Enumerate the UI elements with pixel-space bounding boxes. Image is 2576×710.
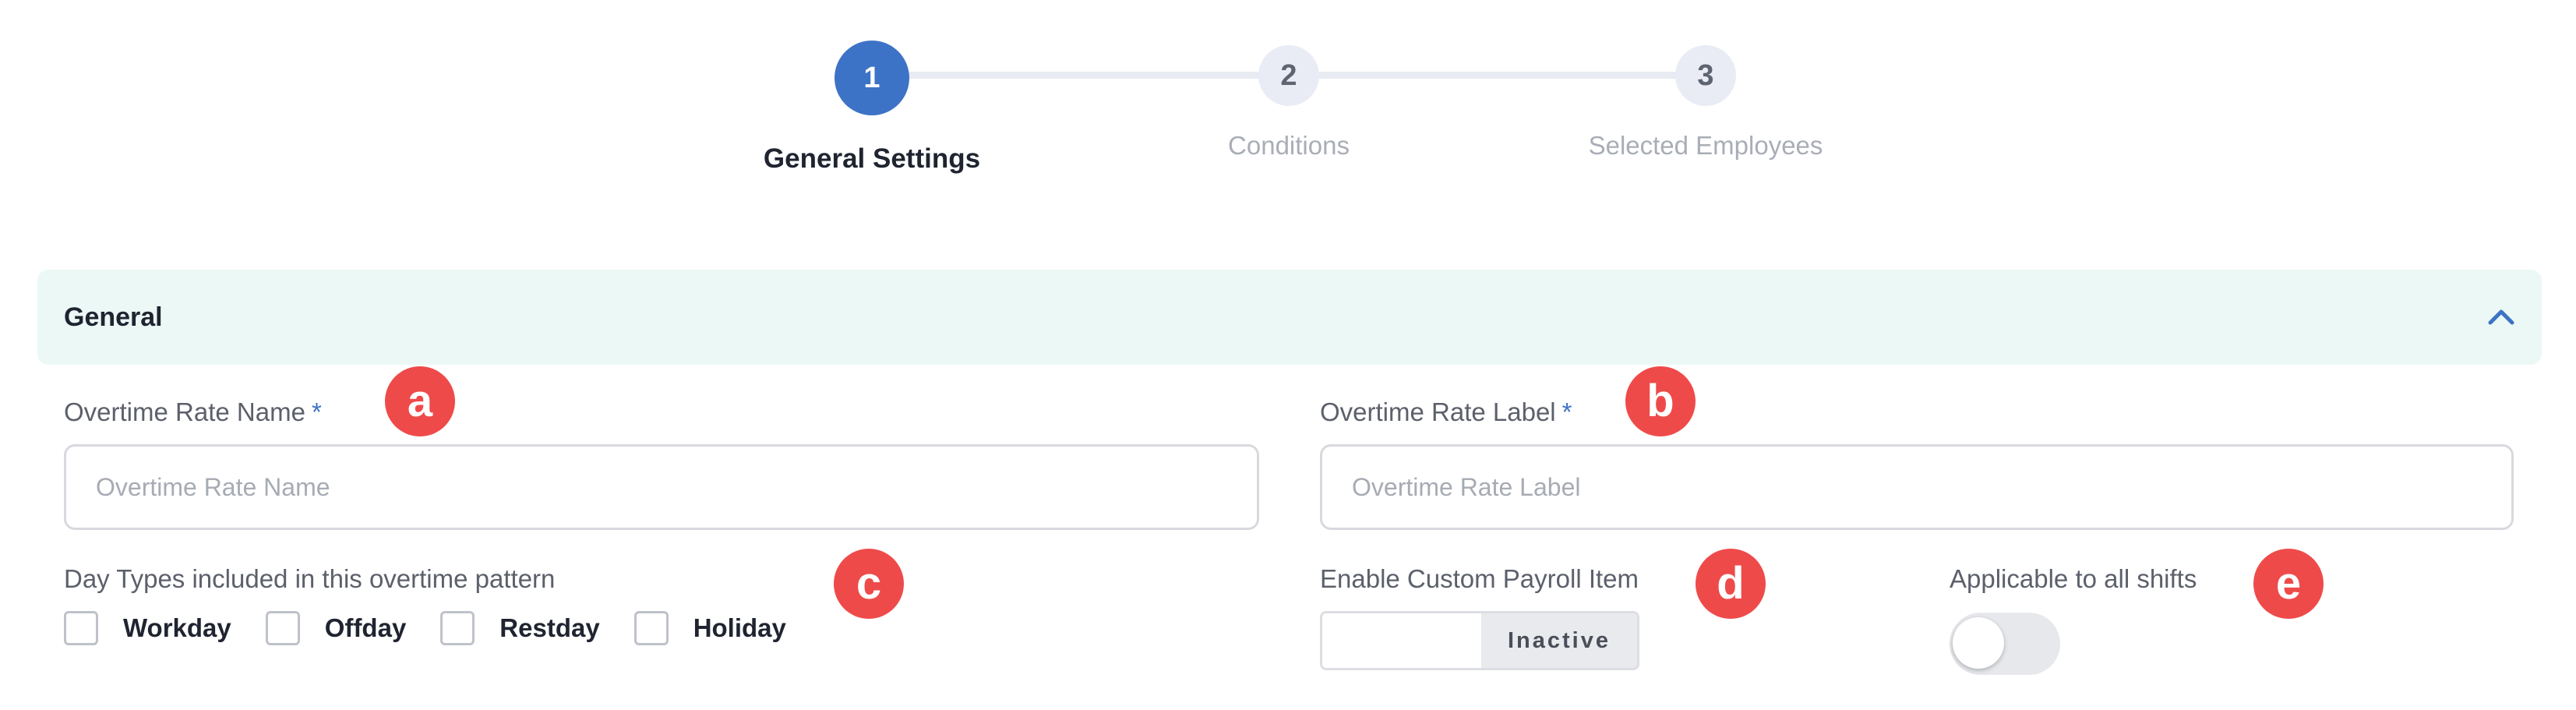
rate-name-label: Overtime Rate Name * — [64, 397, 322, 427]
switch-knob[interactable] — [1953, 617, 2004, 669]
step-2-label: Conditions — [1228, 131, 1350, 160]
day-types-label: Day Types included in this overtime patt… — [64, 564, 556, 593]
custom-payroll-label: Enable Custom Payroll Item — [1320, 564, 1639, 593]
payroll-toggle-state[interactable]: Inactive — [1481, 613, 1637, 668]
day-type-holiday[interactable]: Holiday — [633, 611, 786, 645]
rate-label-input[interactable] — [1320, 444, 2514, 530]
restday-label: Restday — [499, 613, 600, 642]
holiday-checkbox[interactable] — [633, 611, 669, 645]
holiday-label: Holiday — [693, 613, 786, 642]
annotation-badge-d: d — [1696, 549, 1766, 619]
rate-name-input[interactable] — [64, 444, 1259, 530]
step-2-indicator[interactable]: 2 — [1258, 45, 1319, 106]
step-1-label: General Settings — [763, 143, 981, 174]
required-marker: * — [311, 397, 322, 426]
step-1-indicator[interactable]: 1 — [835, 41, 909, 115]
general-section-header[interactable]: General — [37, 270, 2542, 365]
step-number: 3 — [1697, 58, 1714, 92]
custom-payroll-toggle[interactable]: Inactive — [1320, 611, 1639, 670]
day-type-workday[interactable]: Workday — [64, 611, 231, 645]
day-types-group: Workday Offday Restday Holiday — [64, 611, 820, 645]
workday-checkbox[interactable] — [64, 611, 98, 645]
day-type-restday[interactable]: Restday — [440, 611, 600, 645]
annotation-badge-c: c — [834, 549, 904, 619]
workday-label: Workday — [123, 613, 231, 642]
annotation-badge-b: b — [1625, 366, 1696, 436]
step-3-indicator[interactable]: 3 — [1675, 45, 1736, 106]
step-3-label: Selected Employees — [1588, 131, 1823, 160]
rate-label-label-text: Overtime Rate Label — [1320, 397, 1556, 426]
rate-name-label-text: Overtime Rate Name — [64, 397, 305, 426]
all-shifts-label: Applicable to all shifts — [1950, 564, 2197, 593]
payroll-toggle-active-segment[interactable] — [1322, 613, 1481, 668]
stepper-connector — [888, 72, 1275, 79]
step-number: 1 — [863, 61, 880, 94]
day-type-offday[interactable]: Offday — [265, 611, 407, 645]
stepper-connector — [1317, 72, 1700, 79]
required-marker: * — [1561, 397, 1572, 426]
rate-label-label: Overtime Rate Label * — [1320, 397, 1572, 427]
annotation-badge-a: a — [385, 366, 455, 436]
chevron-up-icon[interactable] — [2486, 301, 2517, 332]
annotation-badge-e: e — [2253, 549, 2324, 619]
step-number: 2 — [1280, 58, 1297, 92]
restday-checkbox[interactable] — [440, 611, 475, 645]
section-title: General — [64, 302, 163, 332]
offday-label: Offday — [324, 613, 407, 642]
offday-checkbox[interactable] — [265, 611, 300, 645]
all-shifts-switch[interactable] — [1950, 613, 2060, 675]
